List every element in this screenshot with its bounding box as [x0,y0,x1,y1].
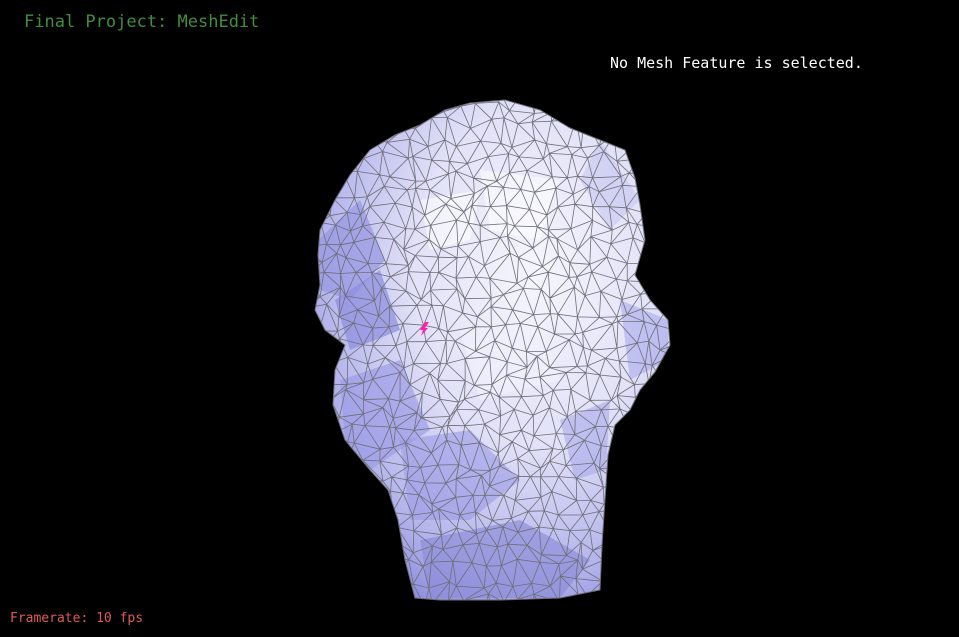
mesh-canvas[interactable] [0,0,959,637]
mesh-viewport[interactable]: Final Project: MeshEdit No Mesh Feature … [0,0,959,637]
head-mesh[interactable] [294,84,706,623]
selection-status: No Mesh Feature is selected. [610,54,863,72]
framerate-readout: Framerate: 10 fps [10,611,144,626]
app-title: Final Project: MeshEdit [24,12,260,32]
